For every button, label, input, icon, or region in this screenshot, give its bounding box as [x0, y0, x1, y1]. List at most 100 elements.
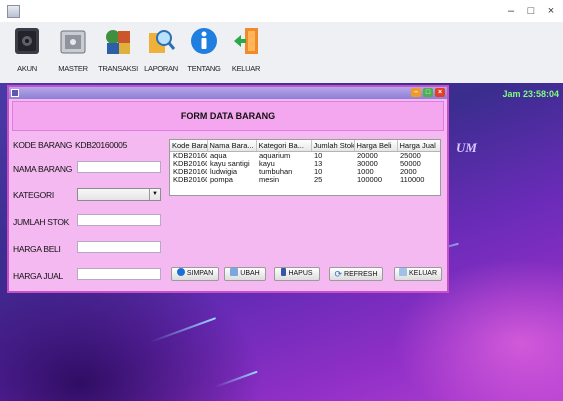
table-cell: 2000: [400, 168, 417, 176]
hapus-label: HAPUS: [288, 270, 313, 277]
form-data-barang-window: – □ × FORM DATA BARANG KODE BARANG KDB20…: [7, 85, 449, 293]
keluar-button[interactable]: KELUAR: [394, 267, 442, 281]
nama-barang-label: NAMA BARANG: [13, 164, 73, 174]
table-cell: KDB20160...: [173, 176, 207, 184]
form-title: FORM DATA BARANG: [180, 111, 276, 121]
simpan-button[interactable]: SIMPAN: [171, 267, 219, 281]
refresh-button[interactable]: ⟳ REFRESH: [329, 267, 383, 281]
jumlah-stok-label: JUMLAH STOK: [13, 217, 70, 227]
app-icon: [7, 5, 20, 18]
save-icon: [176, 268, 185, 276]
toolbar-akun-label: AKUN: [17, 64, 37, 73]
table-cell: kayu santigi: [210, 160, 250, 168]
table-cell: KDB20160...: [173, 160, 207, 168]
table-cell: ludwigia: [210, 168, 238, 176]
barang-table[interactable]: Kode Barang Nama Bara... Kategori Ba... …: [169, 139, 441, 196]
table-row[interactable]: KDB20160... kayu santigi kayu 13 30000 5…: [170, 160, 440, 168]
table-cell: pompa: [210, 176, 233, 184]
frame-icon: [11, 89, 19, 97]
table-row[interactable]: KDB20160... aqua aquarium 10 20000 25000: [170, 151, 440, 161]
ubah-button[interactable]: UBAH: [224, 267, 266, 281]
edit-icon: [230, 268, 239, 276]
toolbar-laporan-button[interactable]: LAPORAN: [137, 22, 185, 82]
magnifier-report-icon: [149, 30, 176, 53]
exit-door-icon: [234, 28, 258, 54]
table-cell: 50000: [400, 160, 421, 168]
chevron-down-icon[interactable]: ▼: [149, 189, 160, 200]
toolbar-keluar-button[interactable]: KELUAR: [222, 22, 270, 82]
toolbar-master-label: MASTER: [58, 64, 88, 73]
table-cell: mesin: [259, 176, 280, 184]
form-header: FORM DATA BARANG: [12, 101, 444, 131]
column-header[interactable]: Kode Barang: [170, 140, 208, 152]
minimize-button[interactable]: –: [502, 4, 520, 18]
table-cell: 10: [314, 168, 323, 176]
table-cell: 13: [314, 160, 323, 168]
close-button[interactable]: ×: [542, 4, 560, 18]
table-row[interactable]: KDB20160... pompa mesin 25 100000 110000: [170, 176, 440, 184]
toolbar-master-button[interactable]: MASTER: [49, 22, 97, 82]
toolbar-laporan-label: LAPORAN: [144, 64, 178, 73]
toolbar-transaksi-label: TRANSAKSI: [98, 64, 138, 73]
table-cell: 25: [314, 176, 323, 184]
column-header[interactable]: Jumlah Stok: [311, 140, 355, 152]
table-cell: tumbuhan: [259, 168, 293, 176]
refresh-label: REFRESH: [344, 271, 378, 278]
safe-box-icon: [60, 30, 86, 54]
clock-label: Jam 23:58:04: [502, 89, 559, 99]
exit-icon: [398, 268, 407, 276]
light-streak: [149, 317, 217, 343]
jumlah-stok-input[interactable]: [77, 214, 161, 226]
column-header[interactable]: Kategori Ba...: [256, 140, 312, 152]
column-header[interactable]: Harga Beli: [354, 140, 398, 152]
trash-icon: [281, 268, 287, 276]
kategori-label: KATEGORI: [13, 190, 54, 200]
table-cell: 30000: [357, 160, 378, 168]
frame-maximize-button[interactable]: □: [423, 88, 433, 97]
refresh-icon: ⟳: [334, 269, 343, 279]
table-cell: 110000: [400, 176, 425, 184]
internal-frame-titlebar[interactable]: – □ ×: [9, 87, 447, 99]
harga-jual-label: HARGA JUAL: [13, 271, 63, 281]
table-cell: KDB20160...: [173, 168, 207, 176]
table-cell: 20000: [357, 151, 378, 160]
harga-beli-label: HARGA BELI: [13, 244, 61, 254]
toolbar-transaksi-button[interactable]: TRANSAKSI: [94, 22, 142, 82]
window-titlebar: – □ ×: [0, 0, 563, 22]
maximize-button[interactable]: □: [522, 4, 540, 18]
hapus-button[interactable]: HAPUS: [274, 267, 320, 281]
toolbar-tentang-label: TENTANG: [187, 64, 221, 73]
table-cell: aquarium: [259, 151, 291, 160]
kode-barang-value: KDB20160005: [75, 140, 127, 150]
table-header-row: Kode Barang Nama Bara... Kategori Ba... …: [170, 140, 440, 152]
table-row[interactable]: KDB20160... ludwigia tumbuhan 10 1000 20…: [170, 168, 440, 176]
background-text: UM: [456, 140, 477, 155]
table-cell: aqua: [210, 151, 227, 160]
light-streak: [214, 370, 258, 388]
kode-barang-label: KODE BARANG: [13, 140, 73, 150]
table-cell: 1000: [357, 168, 374, 176]
column-header[interactable]: Nama Bara...: [207, 140, 257, 152]
toolbar-akun-button[interactable]: AKUN: [3, 22, 51, 82]
ubah-label: UBAH: [240, 270, 260, 277]
table-cell: KDB20160...: [173, 151, 207, 160]
vault-icon: [15, 28, 39, 54]
table-cell: 25000: [400, 151, 421, 160]
column-header[interactable]: Harga Jual: [397, 140, 440, 152]
table-cell: kayu: [259, 160, 275, 168]
nama-barang-input[interactable]: [77, 161, 161, 173]
frame-close-button[interactable]: ×: [435, 88, 445, 97]
table-cell: 10: [314, 151, 323, 160]
simpan-label: SIMPAN: [186, 270, 214, 277]
main-toolbar: AKUN MASTER TRANSAKSI LAPORAN TENTANG KE…: [0, 22, 563, 84]
harga-jual-input[interactable]: [77, 268, 161, 280]
goods-icon: [106, 30, 130, 54]
frame-minimize-button[interactable]: –: [411, 88, 421, 97]
info-icon: [191, 28, 217, 54]
harga-beli-input[interactable]: [77, 241, 161, 253]
toolbar-keluar-label: KELUAR: [231, 64, 261, 73]
kategori-select[interactable]: ▼: [77, 188, 161, 201]
toolbar-tentang-button[interactable]: TENTANG: [180, 22, 228, 82]
keluar-label: KELUAR: [408, 270, 437, 277]
table-cell: 100000: [357, 176, 383, 184]
